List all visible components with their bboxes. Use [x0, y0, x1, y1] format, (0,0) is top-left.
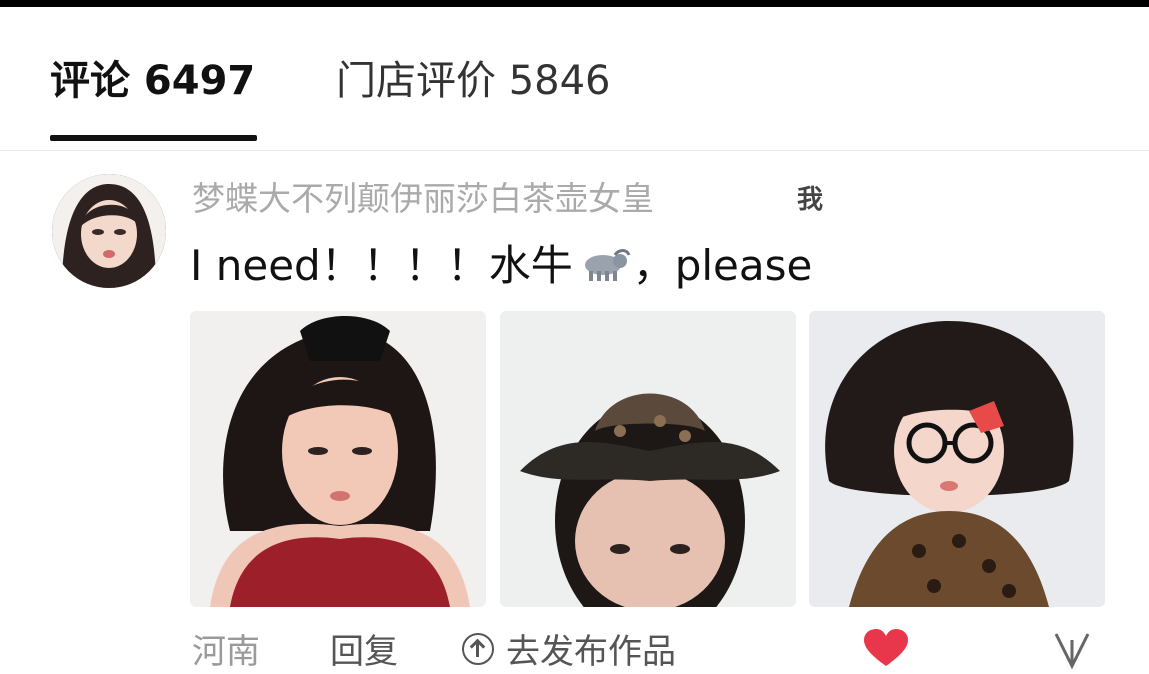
- comment-photo-1[interactable]: [190, 311, 486, 607]
- top-edge-bar: [0, 0, 1149, 7]
- comment-footer: 河南 回复 去发布作品: [0, 622, 1149, 672]
- water-buffalo-emoji-icon: [575, 241, 631, 297]
- tab-bar: 评论 6497 门店评价 5846: [0, 7, 1149, 150]
- comment-text: I need！！！！水牛 ，please: [190, 238, 812, 297]
- username[interactable]: 梦蝶大不列颠伊丽莎白茶壶女皇: [192, 176, 654, 222]
- location-label: 河南: [192, 632, 260, 672]
- comment-photo-2[interactable]: [500, 311, 796, 607]
- dislike-icon[interactable]: [1048, 630, 1096, 670]
- comment-text-part-1: I need！！！！水牛: [190, 241, 573, 290]
- publish-work-button[interactable]: 去发布作品: [462, 630, 676, 674]
- comment-photo-3[interactable]: [809, 311, 1105, 607]
- author-badge: 我: [797, 185, 824, 215]
- upload-arrow-icon: [462, 633, 494, 665]
- tab-comments[interactable]: 评论 6497: [50, 55, 255, 107]
- active-tab-indicator: [50, 135, 257, 141]
- tab-store-reviews[interactable]: 门店评价 5846: [336, 55, 611, 107]
- avatar[interactable]: [52, 174, 166, 288]
- reply-button[interactable]: 回复: [330, 630, 398, 674]
- publish-work-label: 去发布作品: [506, 632, 676, 672]
- comment-text-part-2: ，please: [632, 241, 813, 290]
- heart-icon[interactable]: [862, 628, 910, 668]
- tab-divider: [0, 150, 1149, 151]
